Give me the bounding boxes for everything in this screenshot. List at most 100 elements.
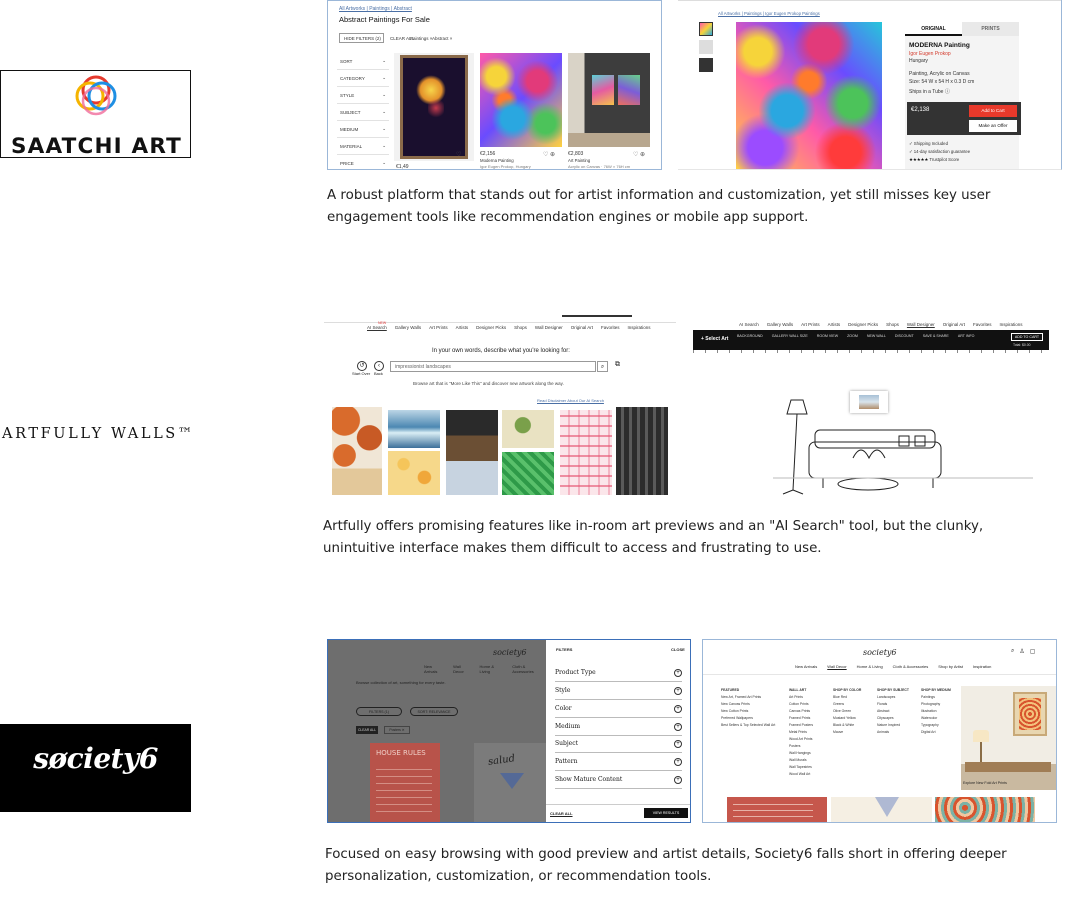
search-icon[interactable]: ⌕ xyxy=(597,361,608,372)
tool-background[interactable]: BACKGROUND xyxy=(737,334,763,338)
nav-favorites[interactable]: Favorites xyxy=(973,322,992,327)
disclaimer-link[interactable]: Read Disclaimer About Our AI Search xyxy=(537,398,604,403)
filter-pattern[interactable]: Pattern + xyxy=(555,753,682,771)
filter-material[interactable]: MATERIAL ⌄ xyxy=(337,138,389,155)
result-tile-1[interactable] xyxy=(332,407,382,495)
clear-all-chip[interactable]: CLEAR ALL xyxy=(356,726,378,734)
nav-wall-decor[interactable]: Wall Decor xyxy=(827,664,846,669)
nav-designer-picks[interactable]: Designer Picks xyxy=(476,325,506,330)
menu-link[interactable]: Cotton Prints xyxy=(789,701,813,708)
explore-link[interactable]: Explore New Fold Art Prints xyxy=(963,781,1007,785)
thumbnail-2[interactable] xyxy=(699,40,713,54)
menu-link[interactable]: Framed Prints xyxy=(789,715,813,722)
product-tile-2[interactable] xyxy=(831,797,932,822)
menu-link[interactable]: Metal Prints xyxy=(789,729,813,736)
filter-medium[interactable]: Medium + xyxy=(555,718,682,736)
menu-link[interactable]: Abstract xyxy=(877,708,909,715)
image-upload-icon[interactable]: ⧉ xyxy=(612,361,623,372)
tool-art-info[interactable]: ART INFO xyxy=(958,334,975,338)
nav-shops[interactable]: Shops xyxy=(514,325,527,330)
tool-zoom[interactable]: ZOOM xyxy=(847,334,858,338)
menu-link[interactable]: New Canvas Prints xyxy=(721,701,775,708)
filter-style[interactable]: Style + xyxy=(555,682,682,700)
thumbnail-1[interactable] xyxy=(699,22,713,36)
filter-sort[interactable]: SORT ⌄ xyxy=(337,53,389,70)
artwork-title-2[interactable]: Art Painting xyxy=(568,158,590,163)
clear-all-button[interactable]: CLEAR ALL xyxy=(550,811,573,816)
artwork-card-2[interactable] xyxy=(480,53,562,147)
menu-link[interactable]: Art Prints xyxy=(789,694,813,701)
nav-inspirations[interactable]: Inspirations xyxy=(628,325,651,330)
nav-new-arrivals[interactable]: New Arrivals xyxy=(795,664,817,669)
nav-gallery-walls[interactable]: Gallery Walls xyxy=(395,325,421,330)
posters-chip[interactable]: Posters ✕ xyxy=(384,726,410,734)
nav-inspiration[interactable]: Inspiration xyxy=(973,664,991,669)
select-art-button[interactable]: + Select Art xyxy=(701,336,728,342)
menu-link[interactable]: Typography xyxy=(921,722,951,729)
menu-link[interactable]: Paintings xyxy=(921,694,951,701)
menu-link[interactable]: Wall Hangings xyxy=(789,750,813,757)
nav-shops[interactable]: Shops xyxy=(886,322,899,327)
tool-gallery-wall-size[interactable]: GALLERY WALL SIZE xyxy=(772,334,808,338)
nav-cloth-accessories[interactable]: Cloth & Accessories xyxy=(893,664,929,669)
favorite-icon[interactable]: ♡ ⊕ xyxy=(543,151,555,158)
breadcrumb[interactable]: All Artworks | Paintings | Igor Eugen Pr… xyxy=(718,11,820,16)
nav-home-living[interactable]: Home & Living xyxy=(480,664,505,674)
filter-chip-paintings[interactable]: Paintings × xyxy=(410,36,432,41)
filter-category[interactable]: CATEGORY ⌄ xyxy=(337,70,389,87)
society6-brand[interactable]: society6 xyxy=(493,648,527,657)
main-artwork-image[interactable] xyxy=(736,22,882,169)
favorite-icon[interactable]: ♡ xyxy=(456,151,461,158)
nav-art-prints[interactable]: Art Prints xyxy=(801,322,820,327)
product-tile-1[interactable] xyxy=(727,797,827,822)
filter-medium[interactable]: MEDIUM ⌄ xyxy=(337,121,389,138)
menu-link[interactable]: Digital Art xyxy=(921,729,951,736)
artwork-card-3[interactable] xyxy=(568,53,650,147)
menu-link[interactable]: Posters xyxy=(789,743,813,750)
nav-home-living[interactable]: Home & Living xyxy=(857,664,883,669)
menu-link[interactable]: Illustration xyxy=(921,708,951,715)
tool-save-share[interactable]: SAVE & SHARE xyxy=(923,334,949,338)
menu-link[interactable]: Mustard Yellow xyxy=(833,715,861,722)
add-to-cart-button[interactable]: Add to Cart xyxy=(969,105,1017,117)
society6-brand[interactable]: society6 xyxy=(863,648,897,657)
info-icon[interactable]: ⓘ xyxy=(945,89,950,95)
nav-wall-designer[interactable]: Wall Designer xyxy=(535,325,563,330)
placed-artwork[interactable] xyxy=(850,391,888,413)
artist-link[interactable]: Igor Eugen Prokop xyxy=(909,51,951,57)
menu-link[interactable]: Wall Murals xyxy=(789,757,813,764)
menu-link[interactable]: Watercolor xyxy=(921,715,951,722)
filters-chip[interactable]: FILTERS (1) xyxy=(356,707,402,716)
tab-original[interactable]: ORIGINAL xyxy=(905,22,962,36)
nav-art-prints[interactable]: Art Prints xyxy=(429,325,448,330)
tab-prints[interactable]: PRINTS xyxy=(962,22,1019,36)
sort-chip[interactable]: SORT: RELEVANCE xyxy=(410,707,458,716)
start-over-icon[interactable]: ↺ xyxy=(357,361,367,371)
result-tile-4[interactable] xyxy=(446,410,498,495)
result-tile-7[interactable] xyxy=(560,410,612,495)
menu-link[interactable]: New Cotton Prints xyxy=(721,708,775,715)
menu-link[interactable]: Canvas Prints xyxy=(789,708,813,715)
nav-wall-designer[interactable]: Wall Designer xyxy=(907,322,935,327)
nav-artists[interactable]: Artists xyxy=(456,325,469,330)
nav-original-art[interactable]: Original Art xyxy=(943,322,965,327)
menu-link[interactable]: Landscapes xyxy=(877,694,909,701)
menu-link[interactable]: Greens xyxy=(833,701,861,708)
tool-discount[interactable]: DISCOUNT xyxy=(895,334,914,338)
thumbnail-3[interactable] xyxy=(699,58,713,72)
nav-cloth-accessories[interactable]: Cloth & Accessories xyxy=(512,664,546,674)
menu-link[interactable]: Blue Red xyxy=(833,694,861,701)
nav-wall-decor[interactable]: Wall Decor xyxy=(453,664,471,674)
tool-room-view[interactable]: ROOM VIEW xyxy=(817,334,838,338)
product-tile-3[interactable] xyxy=(935,797,1035,822)
nav-favorites[interactable]: Favorites xyxy=(601,325,620,330)
menu-link[interactable]: Preferred Wallpapers xyxy=(721,715,775,722)
menu-link[interactable]: Black & White xyxy=(833,722,861,729)
nav-new-arrivals[interactable]: New Arrivals xyxy=(424,664,445,674)
menu-link[interactable]: Best Sellers & Top Selected Wall Art xyxy=(721,722,775,729)
menu-link[interactable]: Mauve xyxy=(833,729,861,736)
nav-artists[interactable]: Artists xyxy=(828,322,841,327)
filter-subject[interactable]: Subject + xyxy=(555,735,682,753)
filter-product-type[interactable]: Product Type + xyxy=(555,664,682,682)
result-tile-2[interactable] xyxy=(388,410,440,448)
